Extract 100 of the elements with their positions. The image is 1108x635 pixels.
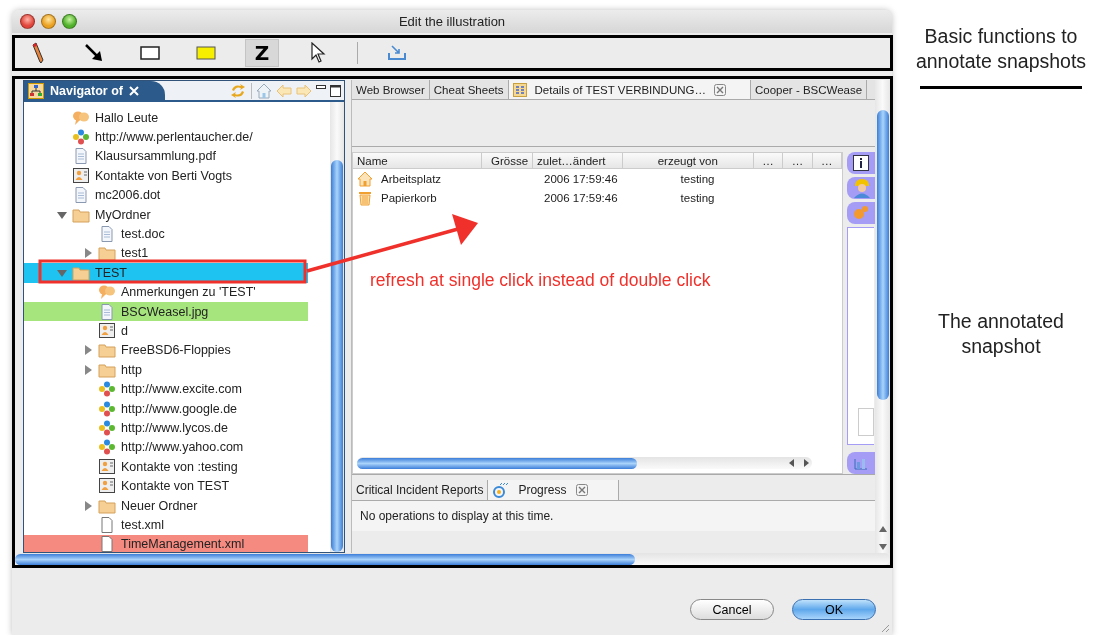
view-tab[interactable]: Progress bbox=[488, 480, 620, 500]
expanded-triangle-icon[interactable] bbox=[57, 209, 67, 220]
navigator-tab[interactable]: Navigator of bbox=[24, 81, 165, 100]
filled-rectangle-icon bbox=[196, 46, 216, 60]
column-header[interactable]: erzeugt von bbox=[622, 153, 754, 168]
contact-card-icon bbox=[98, 478, 116, 495]
document-icon bbox=[98, 303, 116, 320]
annotation-note: Basic functions to annotate snapshots bbox=[914, 24, 1088, 74]
table-cell-text: 2006 17:59:46 bbox=[543, 191, 619, 204]
column-header[interactable]: … bbox=[753, 153, 784, 168]
vertical-scrollbar[interactable] bbox=[875, 80, 890, 553]
table-icon bbox=[512, 82, 527, 97]
column-header[interactable]: Name bbox=[353, 153, 483, 168]
info-icon bbox=[852, 154, 870, 172]
tree-item[interactable]: FreeBSD6-Floppies bbox=[24, 340, 308, 361]
close-icon[interactable] bbox=[714, 83, 726, 96]
document-icon bbox=[98, 226, 116, 243]
column-header[interactable]: … bbox=[812, 153, 842, 168]
window-title: Edit the illustration bbox=[398, 14, 506, 29]
horizontal-scrollbar[interactable] bbox=[15, 553, 890, 565]
collapsed-triangle-icon[interactable] bbox=[83, 248, 93, 259]
collapsed-triangle-icon[interactable] bbox=[83, 364, 93, 375]
maximize-icon[interactable] bbox=[330, 83, 341, 98]
tray-arrow-icon bbox=[387, 44, 407, 62]
puzzle-icon bbox=[852, 205, 870, 221]
chart-icon bbox=[853, 456, 869, 470]
tree-item[interactable]: Kontakte von :testing bbox=[24, 457, 308, 477]
collapsed-triangle-icon[interactable] bbox=[83, 500, 93, 511]
folder-icon bbox=[98, 361, 116, 378]
folder-icon bbox=[98, 342, 116, 359]
tree-item[interactable]: test.doc bbox=[24, 224, 308, 244]
column-header[interactable]: Grösse bbox=[482, 153, 534, 168]
resize-grip-icon[interactable] bbox=[880, 623, 890, 633]
editor-tab[interactable]: Details of TEST VERBINDUNG… bbox=[508, 80, 751, 99]
speech-bubbles-icon bbox=[98, 284, 116, 301]
highlighted-tree-item[interactable]: BSCWeasel.jpg bbox=[24, 301, 308, 322]
plugin-tab[interactable] bbox=[847, 202, 875, 224]
tree-item[interactable]: d bbox=[24, 321, 308, 341]
column-header[interactable]: zulet…ändert bbox=[533, 153, 623, 168]
tree-item[interactable]: Anmerkungen zu 'TEST' bbox=[24, 282, 308, 302]
colored-dots-icon bbox=[72, 129, 90, 146]
tree-item[interactable]: http://www.lycos.de bbox=[24, 418, 308, 438]
ok-button[interactable]: OK bbox=[792, 599, 876, 620]
contact-card-icon bbox=[72, 167, 90, 184]
tree-item[interactable]: Kontakte von Berti Vogts bbox=[24, 166, 308, 186]
close-window-button[interactable] bbox=[20, 14, 35, 29]
tree-item[interactable]: http bbox=[24, 360, 308, 380]
document-icon bbox=[72, 187, 90, 204]
pointer-icon bbox=[310, 42, 326, 64]
table-cell-text: testing bbox=[679, 191, 716, 204]
folder-icon bbox=[72, 206, 90, 223]
text-tool-button[interactable]: Z bbox=[245, 39, 279, 67]
table-cell-text: testing bbox=[679, 172, 716, 185]
tree-item[interactable]: test1 bbox=[24, 243, 308, 264]
tree-item[interactable]: Klausursammlung.pdf bbox=[24, 146, 308, 167]
highlighted-tree-item[interactable]: TimeManagement.xml bbox=[24, 534, 308, 552]
pencil-icon bbox=[31, 42, 45, 64]
minimize-window-button[interactable] bbox=[41, 14, 56, 29]
progress-icon bbox=[492, 482, 509, 498]
sync-icon[interactable] bbox=[229, 82, 247, 99]
side-field[interactable] bbox=[858, 408, 874, 436]
trash-can-icon bbox=[357, 189, 373, 206]
folder-icon bbox=[72, 264, 90, 281]
vertical-scrollbar[interactable] bbox=[330, 102, 344, 552]
tree-item[interactable]: http://www.yahoo.com bbox=[24, 437, 308, 458]
tree-item[interactable]: MyOrdner bbox=[24, 204, 308, 225]
horizontal-scrollbar[interactable] bbox=[357, 457, 812, 469]
callout-text: refresh at single click instead of double click bbox=[370, 270, 711, 291]
house-icon bbox=[357, 170, 373, 187]
tree-item[interactable]: http://www.perlentaucher.de/ bbox=[24, 127, 308, 147]
rectangle-icon bbox=[140, 46, 160, 60]
cancel-button[interactable]: Cancel bbox=[690, 599, 774, 620]
zoom-window-button[interactable] bbox=[62, 14, 77, 29]
editor-tab[interactable]: Cooper - BSCWease bbox=[751, 80, 868, 99]
chart-tab[interactable] bbox=[847, 452, 875, 474]
close-icon[interactable] bbox=[576, 484, 589, 496]
table-cell-text: 2006 17:59:46 bbox=[543, 172, 619, 185]
column-header[interactable]: … bbox=[783, 153, 813, 168]
tree-item[interactable]: Neuer Ordner bbox=[24, 495, 308, 516]
tree-item[interactable]: Kontakte von TEST bbox=[24, 476, 308, 496]
colored-dots-icon bbox=[98, 400, 116, 417]
table-cell: Papierkorb bbox=[381, 191, 437, 204]
worker-icon bbox=[852, 178, 870, 198]
contact-card-icon bbox=[98, 458, 116, 475]
tree-item[interactable]: mc2006.dot bbox=[24, 185, 308, 205]
home-icon[interactable] bbox=[256, 82, 272, 99]
tree-item[interactable]: http://www.google.de bbox=[24, 398, 308, 419]
info-tab[interactable] bbox=[847, 152, 875, 174]
expanded-triangle-icon[interactable] bbox=[57, 267, 67, 278]
tree-item[interactable]: test.xml bbox=[24, 515, 308, 535]
arrow-icon bbox=[84, 43, 104, 63]
tree-item[interactable]: http://www.excite.com bbox=[24, 379, 308, 399]
collapsed-triangle-icon[interactable] bbox=[83, 345, 93, 356]
tree-item[interactable]: Hallo Leute bbox=[24, 108, 308, 128]
editor-tab[interactable]: Web Browser bbox=[352, 80, 430, 99]
hierarchy-icon bbox=[28, 82, 44, 99]
status-message: No operations to display at this time. bbox=[352, 501, 875, 531]
editor-tab[interactable]: Cheat Sheets bbox=[429, 80, 509, 99]
annotation-note: The annotated snapshot bbox=[937, 309, 1065, 359]
contact-card-icon bbox=[98, 323, 116, 339]
